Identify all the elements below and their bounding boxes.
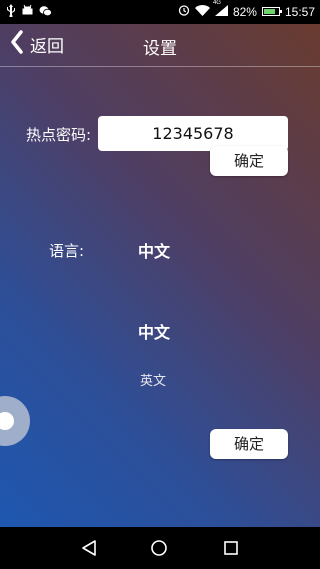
language-selector[interactable]: 中文 [138, 238, 170, 262]
page-title: 设置 [143, 39, 177, 59]
nav-back-icon[interactable] [80, 539, 100, 557]
language-option-chinese[interactable]: 中文 [138, 319, 170, 343]
battery-icon [261, 7, 282, 16]
nav-home-icon[interactable] [150, 539, 170, 557]
alarm-icon [178, 4, 190, 19]
floating-assistive-button[interactable] [0, 396, 30, 446]
status-bar: 4G 82% 15:57 [0, 0, 320, 24]
floating-button-dot [0, 412, 14, 430]
top-bar: 返回 设置 [0, 24, 320, 67]
nav-recent-icon[interactable] [222, 539, 242, 557]
network-type-label: 4G [212, 0, 221, 6]
battery-fill [263, 9, 275, 14]
wifi-icon [194, 4, 210, 19]
battery-percent: 82% [232, 4, 257, 19]
hotspot-password-label: 热点密码: [26, 126, 92, 144]
usb-icon [6, 4, 16, 21]
signal-icon: 4G [213, 0, 228, 19]
language-label: 语言: [49, 242, 85, 260]
language-option-english[interactable]: 英文 [140, 370, 166, 389]
status-left-icons [6, 4, 52, 21]
navigation-bar [0, 527, 320, 569]
status-right-icons: 4G 82% 15:57 [178, 0, 315, 19]
confirm-language-button[interactable]: 确定 [210, 429, 288, 459]
wechat-icon [39, 5, 52, 21]
clock: 15:57 [284, 4, 315, 19]
confirm-password-button[interactable]: 确定 [210, 146, 288, 176]
android-icon [22, 4, 33, 21]
settings-screen: 返回 设置 热点密码: 确定 语言: 中文 中文 英文 确定 [0, 24, 320, 527]
